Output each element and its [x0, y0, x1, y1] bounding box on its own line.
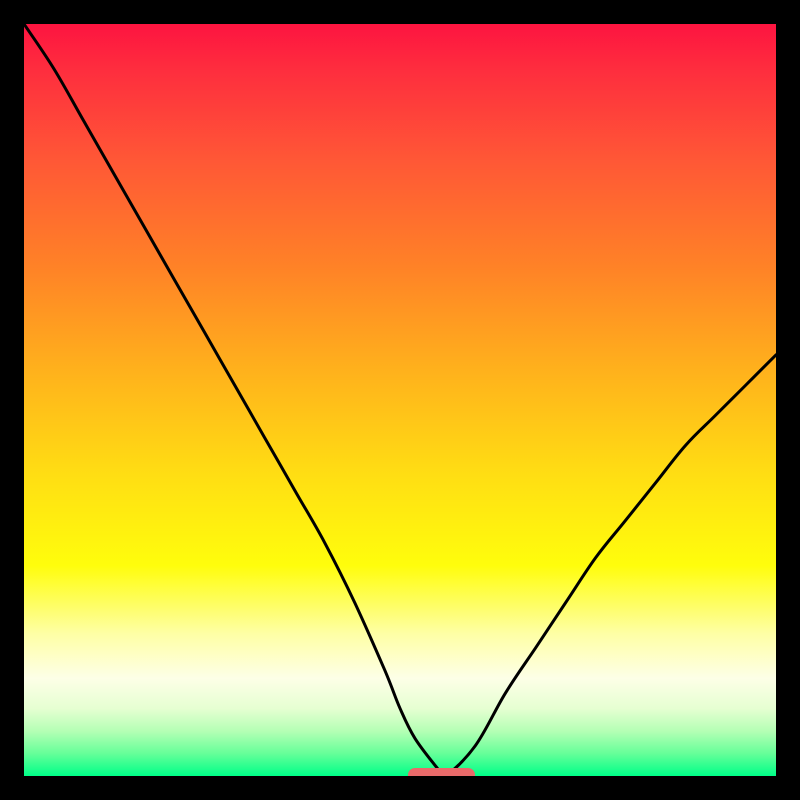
chart-frame: TheBottleneck.com: [0, 0, 800, 800]
plot-area: TheBottleneck.com: [24, 24, 776, 776]
bottleneck-curve: [24, 24, 776, 776]
minimum-marker: [408, 768, 476, 776]
